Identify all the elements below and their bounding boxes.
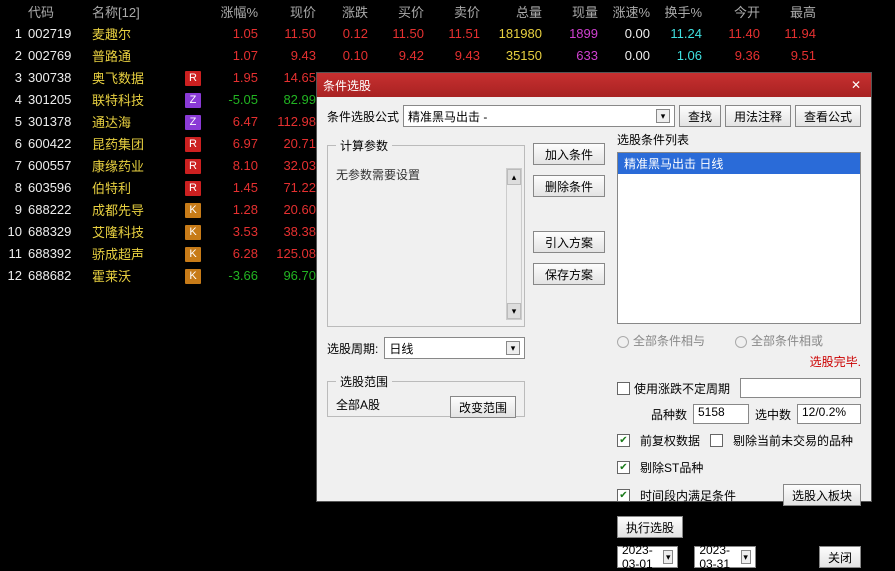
condition-list[interactable]: 精准黑马出击 日线 xyxy=(617,152,861,324)
stock-filter-dialog: 条件选股 ✕ 条件选股公式 精准黑马出击 - ▾ 查找 用法注释 查看公式 计算… xyxy=(316,72,872,502)
formula-label: 条件选股公式 xyxy=(327,108,399,125)
table-row[interactable]: 2 002769 普路通 1.07 9.43 0.10 9.42 9.43 35… xyxy=(0,44,895,66)
hdr-price[interactable]: 现价 xyxy=(264,2,322,21)
chk-time-label: 时间段内满足条件 xyxy=(640,487,736,504)
add-condition-button[interactable]: 加入条件 xyxy=(533,143,605,165)
chevron-up-icon[interactable]: ▴ xyxy=(507,169,521,185)
date-to-input[interactable]: 2023-03-31▾ xyxy=(694,546,755,568)
hdr-cvol[interactable]: 现量 xyxy=(548,2,604,21)
count-value: 5158 xyxy=(693,404,749,424)
hdr-speed[interactable]: 涨速% xyxy=(604,2,656,21)
selected-value: 12/0.2% xyxy=(797,404,861,424)
chevron-down-icon[interactable]: ▾ xyxy=(506,341,520,355)
hdr-vol[interactable]: 总量 xyxy=(486,2,548,21)
to-block-button[interactable]: 选股入板块 xyxy=(783,484,861,506)
save-plan-button[interactable]: 保存方案 xyxy=(533,263,605,285)
hdr-chg[interactable]: 涨跌 xyxy=(322,2,374,21)
chk-st-label: 剔除ST品种 xyxy=(640,459,703,476)
close-icon[interactable]: ✕ xyxy=(847,78,865,92)
scope-fieldset: 选股范围 全部A股 改变范围 xyxy=(327,373,525,417)
close-button[interactable]: 关闭 xyxy=(819,546,861,568)
view-formula-button[interactable]: 查看公式 xyxy=(795,105,861,127)
scope-value: 全部A股 xyxy=(336,396,380,413)
hdr-open[interactable]: 今开 xyxy=(708,2,766,21)
dialog-titlebar[interactable]: 条件选股 ✕ xyxy=(317,73,871,97)
checkbox-fq[interactable]: ✔ xyxy=(617,434,630,447)
params-scrollbar[interactable]: ▴ ▾ xyxy=(506,168,522,320)
hdr-code[interactable]: 代码 xyxy=(28,2,92,21)
hdr-turn[interactable]: 换手% xyxy=(656,2,708,21)
count-label: 品种数 xyxy=(651,406,687,423)
dialog-title: 条件选股 xyxy=(323,77,371,94)
scope-legend: 选股范围 xyxy=(336,373,392,390)
checkbox-notrade[interactable] xyxy=(710,434,723,447)
checkbox-nolimit[interactable] xyxy=(617,382,630,395)
params-fieldset: 计算参数 无参数需要设置 ▴ ▾ xyxy=(327,137,525,327)
chevron-down-icon[interactable]: ▾ xyxy=(663,550,673,564)
date-dash: - xyxy=(684,550,688,564)
hdr-high[interactable]: 最高 xyxy=(766,2,822,21)
formula-select[interactable]: 精准黑马出击 - ▾ xyxy=(403,105,675,127)
chevron-down-icon[interactable]: ▾ xyxy=(656,109,670,123)
radio-or[interactable]: 全部条件相或 xyxy=(735,332,823,349)
period-label: 选股周期: xyxy=(327,340,378,357)
find-button[interactable]: 查找 xyxy=(679,105,721,127)
hdr-bid[interactable]: 买价 xyxy=(374,2,430,21)
chevron-down-icon[interactable]: ▾ xyxy=(741,550,751,564)
delete-condition-button[interactable]: 删除条件 xyxy=(533,175,605,197)
chk-notrade-label: 剔除当前未交易的品种 xyxy=(733,432,853,449)
checkbox-time[interactable]: ✔ xyxy=(617,489,630,502)
nolimit-input[interactable] xyxy=(740,378,861,398)
radio-and[interactable]: 全部条件相与 xyxy=(617,332,705,349)
period-select[interactable]: 日线 ▾ xyxy=(384,337,525,359)
list-item[interactable]: 精准黑马出击 日线 xyxy=(618,153,860,174)
params-empty-msg: 无参数需要设置 xyxy=(336,166,516,183)
condition-list-label: 选股条件列表 xyxy=(617,131,861,148)
selected-label: 选中数 xyxy=(755,406,791,423)
chevron-down-icon[interactable]: ▾ xyxy=(507,303,521,319)
usage-button[interactable]: 用法注释 xyxy=(725,105,791,127)
chk-nolimit-label: 使用涨跌不定周期 xyxy=(634,380,730,397)
hdr-name[interactable]: 名称[12] xyxy=(92,2,184,21)
table-row[interactable]: 1 002719 麦趣尔 1.05 11.50 0.12 11.50 11.51… xyxy=(0,22,895,44)
change-scope-button[interactable]: 改变范围 xyxy=(450,396,516,418)
hdr-pct[interactable]: 涨幅% xyxy=(208,2,264,21)
chk-fq-label: 前复权数据 xyxy=(640,432,700,449)
formula-value: 精准黑马出击 - xyxy=(408,108,487,125)
status-done: 选股完毕. xyxy=(617,353,861,370)
date-from-input[interactable]: 2023-03-01▾ xyxy=(617,546,678,568)
params-legend: 计算参数 xyxy=(336,137,392,154)
hdr-ask[interactable]: 卖价 xyxy=(430,2,486,21)
period-value: 日线 xyxy=(389,340,413,357)
table-header: 代码 名称[12] 涨幅% 现价 涨跌 买价 卖价 总量 现量 涨速% 换手% … xyxy=(0,0,895,22)
checkbox-st[interactable]: ✔ xyxy=(617,461,630,474)
run-filter-button[interactable]: 执行选股 xyxy=(617,516,683,538)
import-plan-button[interactable]: 引入方案 xyxy=(533,231,605,253)
